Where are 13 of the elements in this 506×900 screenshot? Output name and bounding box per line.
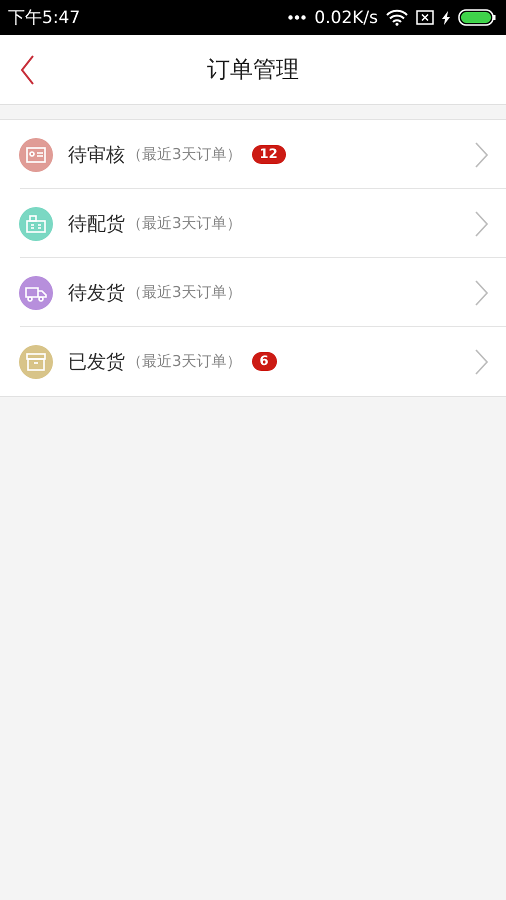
row-title[interactable]: 已发货 [68,348,125,374]
network-speed: 0.02K/s [314,8,378,28]
count-badge: 12 [252,145,286,164]
clock-time: 下午5:47 [8,7,82,29]
row-note: （最近3天订单） [127,283,242,302]
count-badge: 6 [252,352,277,371]
row-title[interactable]: 待配货 [68,210,125,236]
row-note: （最近3天订单） [127,214,242,233]
page-title: 订单管理 [207,56,299,85]
row-title[interactable]: 待发货 [68,280,125,306]
row-note: （最近3天订单） [127,145,242,164]
row-title[interactable]: 待审核 [68,142,125,168]
row-note: （最近3天订单） [127,352,242,371]
